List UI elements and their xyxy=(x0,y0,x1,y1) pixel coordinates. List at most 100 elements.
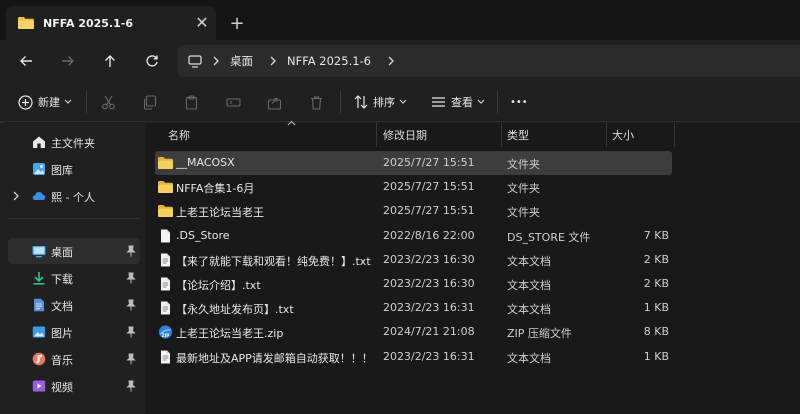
file-type: DS_STORE 文件 xyxy=(507,230,591,244)
toolbar-divider xyxy=(86,91,87,113)
pin-icon[interactable] xyxy=(126,299,136,311)
zip-icon: ZIP xyxy=(158,325,173,339)
sidebar-item-onedrive[interactable]: 熙 - 个人 xyxy=(8,183,140,209)
chevron-right-icon[interactable] xyxy=(377,56,405,66)
toolbar-divider xyxy=(340,91,341,113)
file-date: 2023/2/23 16:30 xyxy=(383,252,475,266)
sidebar-item-label: 下载 xyxy=(51,273,73,286)
chevron-right-icon[interactable] xyxy=(259,56,287,66)
sidebar-item-label: 视频 xyxy=(51,381,73,394)
folder-icon xyxy=(158,157,173,169)
delete-button[interactable] xyxy=(309,82,324,122)
sort-button[interactable]: 排序 xyxy=(354,82,407,122)
file-name: NFFA合集1-6月 xyxy=(176,182,255,196)
file-row[interactable]: __MACOSX 2025/7/27 15:51 文件夹 xyxy=(155,151,672,175)
file-date: 2023/2/23 16:30 xyxy=(383,277,475,290)
chevron-down-icon xyxy=(399,99,407,104)
cloud-icon xyxy=(32,192,46,200)
back-button[interactable] xyxy=(13,48,39,74)
file-row[interactable]: ZIP 上老王论坛当老王.zip 2024/7/21 21:08 ZIP 压缩文件 8 … xyxy=(155,320,672,344)
sidebar-item-label: 熙 - 个人 xyxy=(51,191,95,204)
arrow-right-icon xyxy=(62,56,74,66)
view-button-label: 查看 xyxy=(451,96,473,109)
forward-button[interactable] xyxy=(55,48,81,74)
text-file-icon xyxy=(161,350,170,364)
breadcrumb-desktop[interactable]: 桌面 xyxy=(230,53,253,69)
pin-icon[interactable] xyxy=(126,272,136,284)
view-button[interactable]: 查看 xyxy=(431,82,485,122)
share-icon xyxy=(267,97,282,110)
address-bar[interactable]: 桌面 NFFA 2025.1-6 xyxy=(178,45,800,77)
cut-button[interactable] xyxy=(101,82,116,122)
download-icon xyxy=(33,272,45,285)
sidebar-item-downloads[interactable]: 下载 xyxy=(8,265,140,291)
column-header-size[interactable]: 大小 xyxy=(612,123,672,147)
file-row[interactable]: .DS_Store 2022/8/16 22:00 DS_STORE 文件 7 KB xyxy=(155,224,672,248)
file-type: 文本文档 xyxy=(507,254,551,268)
music-icon xyxy=(32,352,46,366)
column-header-name[interactable]: 名称 xyxy=(168,120,376,147)
sidebar-item-label: 桌面 xyxy=(51,246,73,259)
text-file-icon xyxy=(161,253,170,267)
file-row[interactable]: 最新地址及APP请发邮箱自动获取！！！.... 2023/2/23 16:31 文本… xyxy=(155,345,672,369)
sidebar-item-pictures[interactable]: 图片 xyxy=(8,319,140,345)
folder-icon xyxy=(158,205,173,218)
sidebar-item-label: 音乐 xyxy=(51,354,73,367)
sidebar-item-documents[interactable]: 文档 xyxy=(8,292,140,318)
file-row[interactable]: 【永久地址发布页】.txt 2023/2/23 16:31 文本文档 1 KB xyxy=(155,296,672,320)
pin-icon[interactable] xyxy=(126,353,136,365)
file-row[interactable]: 【论坛介绍】.txt 2023/2/23 16:30 文本文档 2 KB xyxy=(155,272,672,296)
column-header-label: 大小 xyxy=(612,129,634,142)
pin-icon[interactable] xyxy=(126,380,136,392)
column-divider[interactable] xyxy=(606,123,607,147)
sidebar-item-videos[interactable]: 视频 xyxy=(8,373,140,399)
file-row[interactable]: 【来了就能下载和观看！纯免费！】.txt 2023/2/23 16:30 文本文档 2… xyxy=(155,248,672,272)
plus-circle-icon xyxy=(18,94,33,110)
chevron-right-icon[interactable] xyxy=(12,189,20,203)
column-header-date[interactable]: 修改日期 xyxy=(383,123,501,147)
paste-button[interactable] xyxy=(184,82,199,122)
title-bar: NFFA 2025.1-6 ✕ + xyxy=(0,0,800,40)
text-file-icon xyxy=(161,301,170,315)
column-header-label: 修改日期 xyxy=(383,129,427,142)
rename-button[interactable] xyxy=(226,82,241,122)
up-button[interactable] xyxy=(97,48,123,74)
more-options-button[interactable]: ••• xyxy=(510,82,528,122)
chevron-down-icon xyxy=(64,99,72,104)
chevron-down-icon xyxy=(477,99,485,104)
file-type: 文件夹 xyxy=(507,158,540,171)
share-button[interactable] xyxy=(267,82,282,122)
column-header-type[interactable]: 类型 xyxy=(507,123,607,147)
folder-icon xyxy=(158,181,173,194)
view-list-icon xyxy=(432,97,445,107)
file-row[interactable]: NFFA合集1-6月 2025/7/27 15:51 文件夹 xyxy=(155,175,672,199)
new-button[interactable]: 新建 xyxy=(18,82,72,122)
sidebar-item-label: 图片 xyxy=(51,327,73,340)
sidebar-item-home[interactable]: 主文件夹 xyxy=(8,129,140,155)
column-divider[interactable] xyxy=(674,123,675,147)
pin-icon[interactable] xyxy=(126,326,136,338)
column-divider[interactable] xyxy=(376,123,377,147)
file-date: 2025/7/27 15:51 xyxy=(383,156,475,169)
sidebar-item-music[interactable]: 音乐 xyxy=(8,346,140,372)
file-row[interactable]: 上老王论坛当老王 2025/7/27 15:51 文件夹 xyxy=(155,199,672,223)
arrow-up-icon xyxy=(105,55,115,67)
breadcrumb-folder[interactable]: NFFA 2025.1-6 xyxy=(287,54,371,68)
picture-icon xyxy=(32,326,46,338)
tab-current[interactable]: NFFA 2025.1-6 ✕ xyxy=(6,6,216,40)
copy-button[interactable] xyxy=(142,82,157,122)
pin-icon[interactable] xyxy=(126,245,136,257)
column-divider[interactable] xyxy=(501,123,502,147)
file-name: 【来了就能下载和观看！纯免费！】.txt xyxy=(176,254,371,268)
file-type: 文件夹 xyxy=(507,206,540,220)
file-date: 2025/7/27 15:51 xyxy=(383,180,475,194)
file-name: 上老王论坛当老王 xyxy=(176,206,264,220)
sidebar-item-desktop[interactable]: 桌面 xyxy=(8,238,140,264)
close-tab-button[interactable]: ✕ xyxy=(188,15,216,31)
sidebar-item-gallery[interactable]: 图库 xyxy=(8,156,140,182)
new-tab-button[interactable]: + xyxy=(226,13,248,35)
refresh-button[interactable] xyxy=(139,48,165,74)
file-name: 【论坛介绍】.txt xyxy=(176,279,261,292)
chevron-right-icon[interactable] xyxy=(202,56,230,66)
file-size: 2 KB xyxy=(643,277,669,290)
